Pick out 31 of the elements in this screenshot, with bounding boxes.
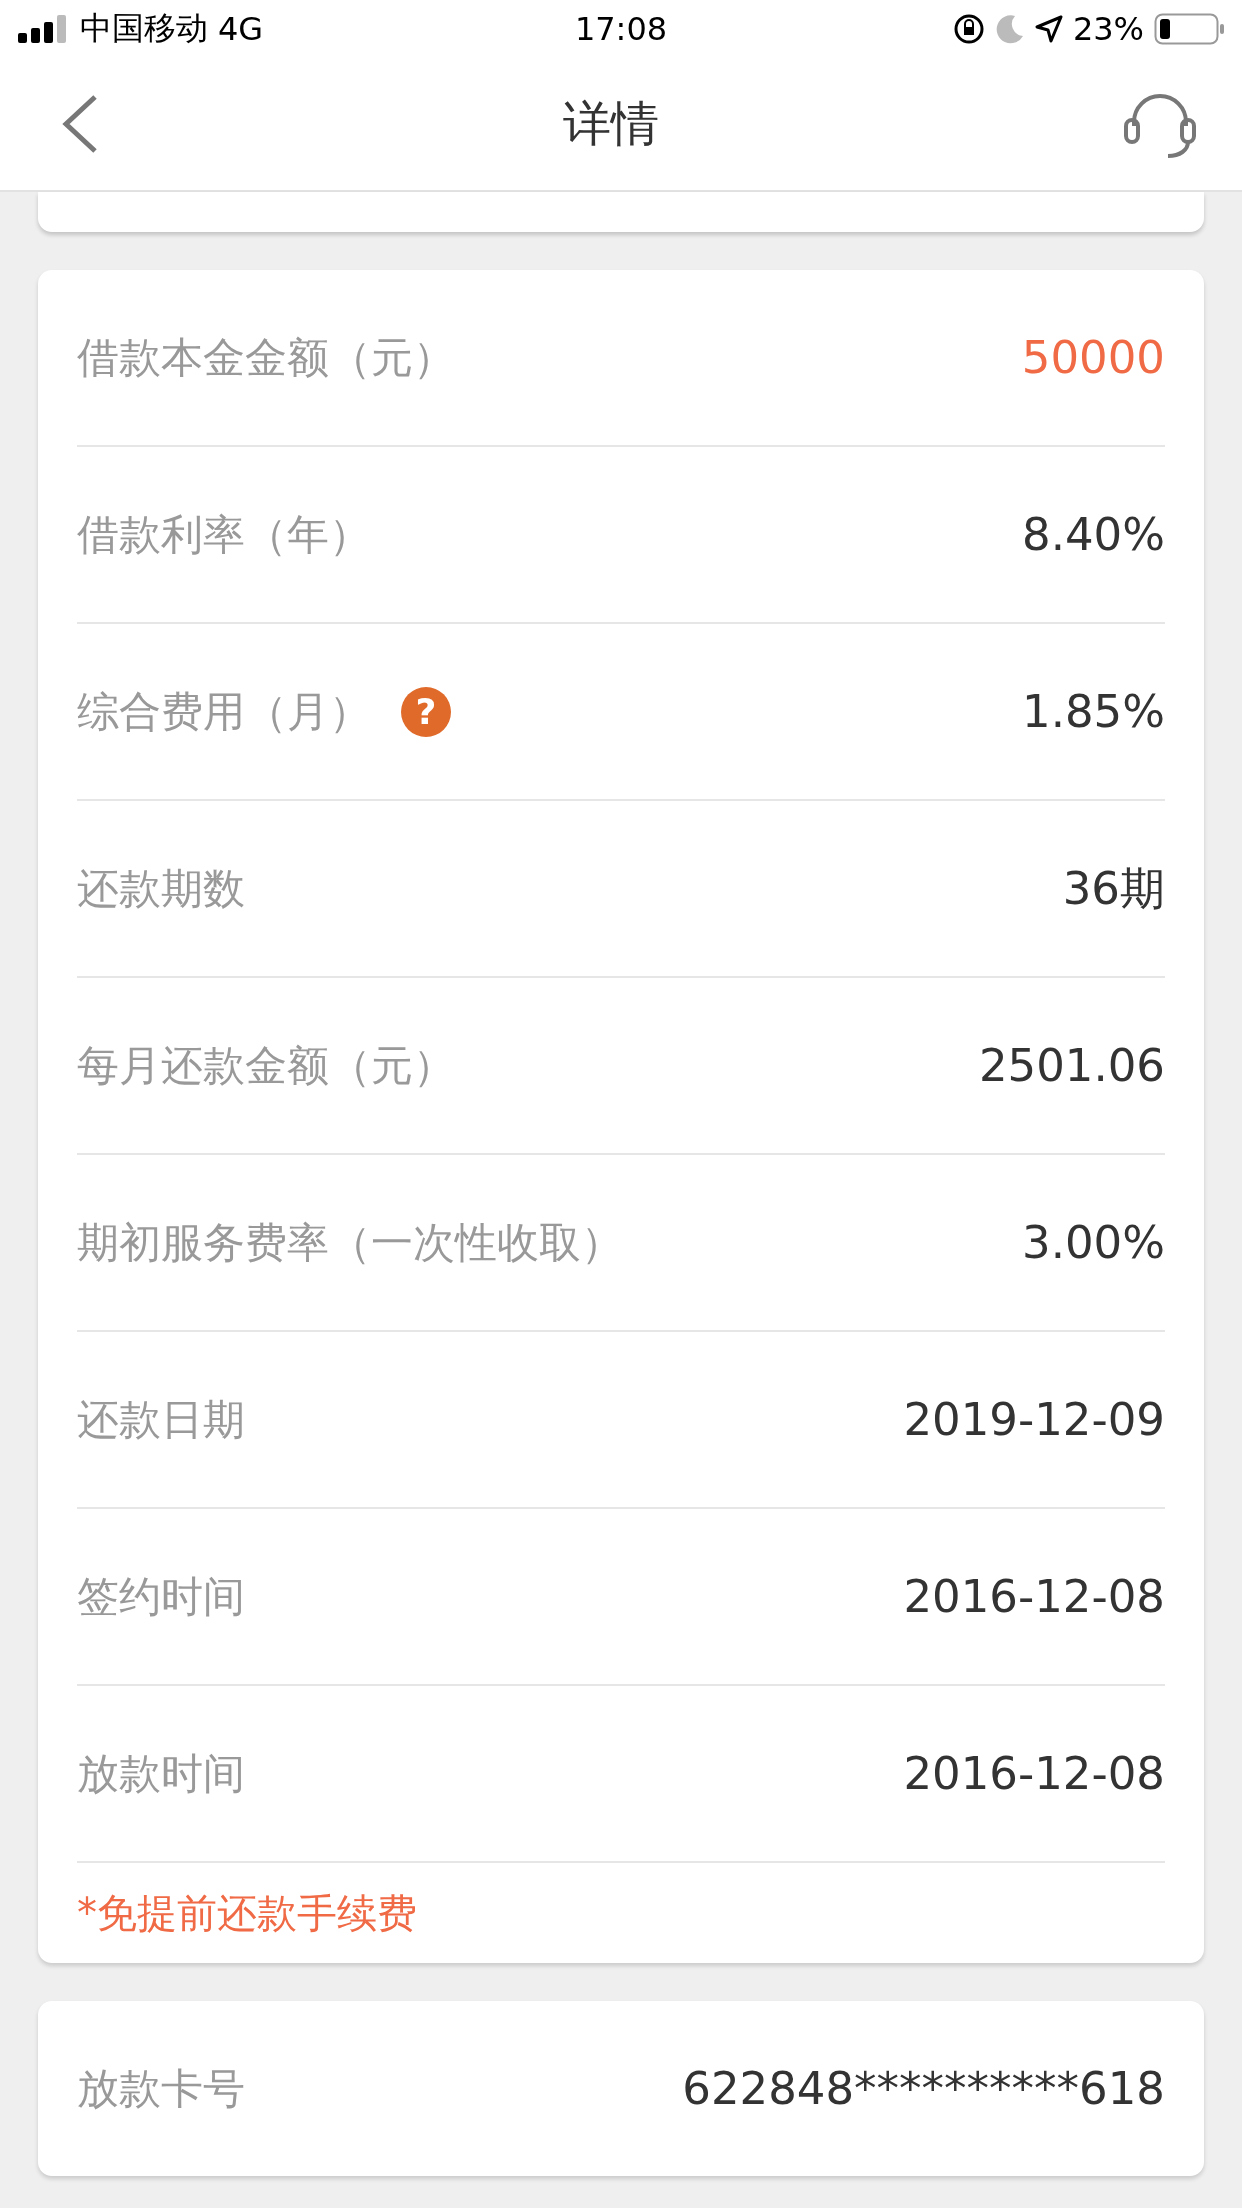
row-label: 借款利率（年） [77,508,371,561]
row-label: 还款期数 [77,862,245,915]
row-value: 1.85% [1022,685,1165,738]
row-value: 2016-12-08 [903,1570,1165,1623]
battery-icon [1154,13,1224,45]
row-value: 8.40% [1022,508,1165,561]
row-label: 放款时间 [77,1747,245,1800]
row-value: 2501.06 [978,1039,1165,1092]
row-label: 签约时间 [77,1570,245,1623]
row-value: 2019-12-09 [903,1393,1165,1446]
row-label: 借款本金金额（元） [77,331,455,384]
row-label: 综合费用（月） [77,685,371,738]
row-label: 每月还款金额（元） [77,1039,455,1092]
carrier-name: 中国移动 [80,8,208,49]
row-label: 放款卡号 [77,2062,245,2115]
row-label: 还款日期 [77,1393,245,1446]
moon-icon [994,14,1025,44]
row-value: 2016-12-08 [903,1747,1165,1800]
fee-note: *免提前还款手续费 [77,1888,417,1938]
row-value: 36期 [1062,860,1165,917]
location-arrow-icon [1034,15,1063,43]
help-icon[interactable]: ? [401,686,451,737]
rotation-lock-icon [952,13,985,45]
clock-time: 17:08 [574,10,668,48]
battery-percent: 23% [1072,10,1144,48]
row-value: 50000 [1021,331,1165,384]
row-label: 期初服务费率（一次性收取） [77,1216,623,1269]
page-title: 详情 [563,94,659,153]
row-value: 622848**********618 [682,2062,1165,2115]
row-value: 3.00% [1022,1216,1165,1269]
network-type: 4G [218,10,264,48]
